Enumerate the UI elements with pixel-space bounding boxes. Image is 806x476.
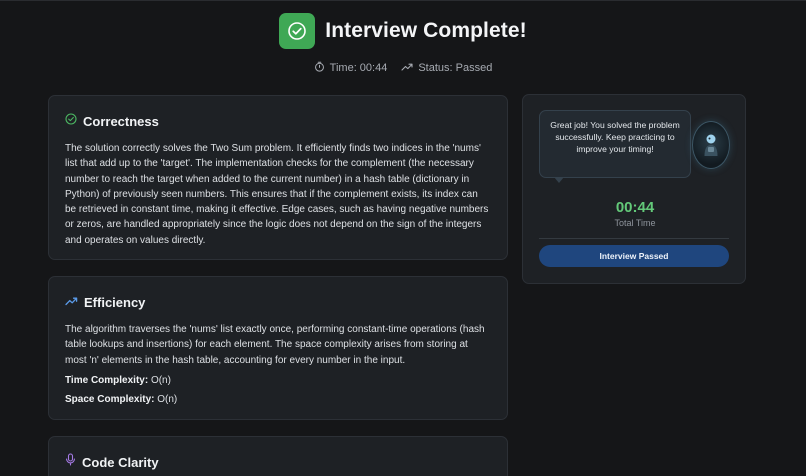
time-text: Time: 00:44 (329, 62, 388, 74)
status-meta: Status: Passed (401, 62, 492, 75)
summary-panel: Great job! You solved the problem succes… (522, 94, 746, 284)
space-complexity: Space Complexity: O(n) (65, 394, 491, 405)
check-circle-icon (279, 13, 316, 49)
bubble-tail (554, 177, 564, 183)
feedback-bubble: Great job! You solved the problem succes… (539, 110, 691, 183)
check-circle-outline-icon (65, 112, 77, 130)
timer-value: 00:44 (615, 199, 655, 216)
page-header: Interview Complete! Time: 00:44 Status: … (0, 13, 806, 75)
timer-label: Total Time (614, 218, 656, 228)
efficiency-body: The algorithm traverses the 'nums' list … (65, 324, 485, 366)
efficiency-title: Efficiency (84, 294, 146, 310)
code-clarity-card: Code Clarity (48, 436, 508, 476)
time-meta: Time: 00:44 (314, 61, 388, 75)
status-text: Status: Passed (418, 62, 493, 74)
divider (539, 238, 729, 239)
efficiency-header: Efficiency (65, 293, 491, 311)
page-title: Interview Complete! (325, 19, 527, 42)
efficiency-card: Efficiency The algorithm traverses the '… (48, 276, 508, 420)
meta-row: Time: 00:44 Status: Passed (0, 61, 806, 75)
robot-avatar-icon (692, 121, 730, 169)
timer-block: 00:44 Total Time (523, 199, 747, 228)
correctness-card: Correctness The solution correctly solve… (48, 95, 508, 260)
time-complexity: Time Complexity: O(n) (65, 375, 491, 386)
top-border (0, 0, 806, 1)
trending-up-icon (401, 62, 413, 75)
time-complexity-value: O(n) (150, 374, 171, 386)
correctness-header: Correctness (65, 112, 491, 130)
title-row: Interview Complete! (0, 13, 806, 49)
interview-passed-button[interactable]: Interview Passed (539, 245, 729, 267)
correctness-title: Correctness (83, 113, 159, 129)
feedback-message: Great job! You solved the problem succes… (550, 120, 680, 155)
code-clarity-title: Code Clarity (82, 454, 159, 470)
code-clarity-header: Code Clarity (65, 453, 491, 471)
trend-up-icon (65, 293, 78, 311)
correctness-body: The solution correctly solves the Two Su… (65, 143, 489, 246)
space-complexity-label: Space Complexity: (65, 393, 155, 405)
stopwatch-icon (314, 61, 325, 75)
microphone-icon (65, 453, 76, 471)
time-complexity-label: Time Complexity: (65, 374, 149, 386)
space-complexity-value: O(n) (157, 393, 178, 405)
